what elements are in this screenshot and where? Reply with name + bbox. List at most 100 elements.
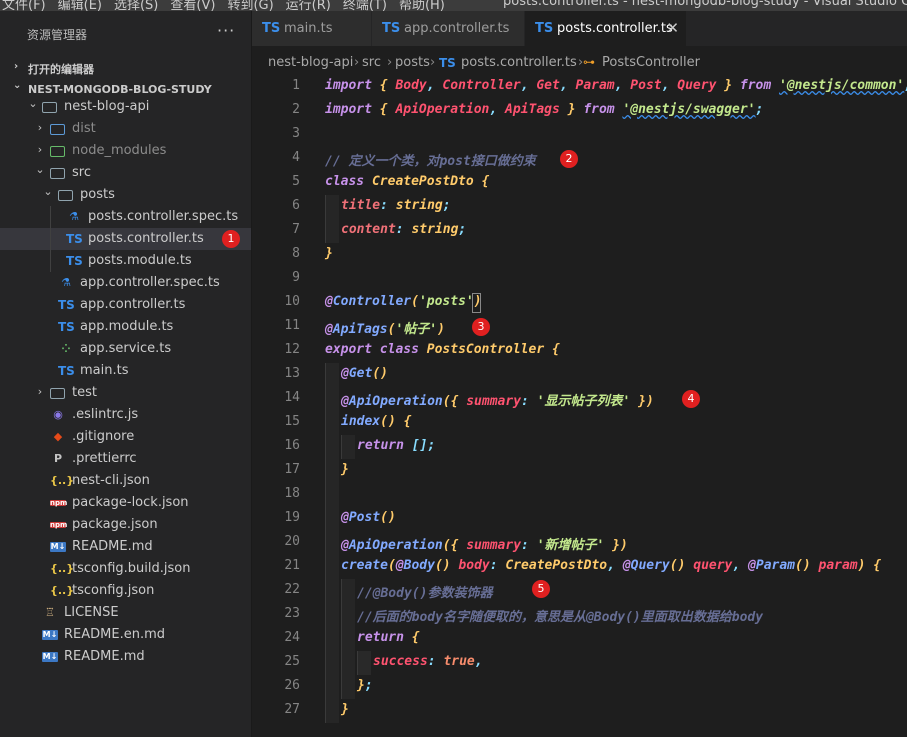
tree-item-app-module[interactable]: TS app.module.ts [0, 316, 251, 338]
code-line: 6 title: string; [252, 195, 907, 219]
line-number: 12 [284, 342, 300, 357]
explorer-sidebar: 资源管理器 ··· › 打开的编辑器 ⌄ NEST-MONGODB-BLOG-S… [0, 11, 252, 737]
code-line: 10 @Controller('posts') [252, 291, 907, 315]
breadcrumb-item[interactable]: posts [395, 55, 430, 70]
tab-app-controller[interactable]: TS app.controller.ts [372, 11, 525, 46]
chevron-right-icon: › [37, 385, 43, 398]
tab-main-ts[interactable]: TS main.ts [252, 11, 372, 46]
tree-item-eslintrc[interactable]: ◉ .eslintrc.js [0, 404, 251, 426]
indent-guide [50, 228, 51, 250]
line-number: 8 [292, 246, 300, 261]
tree-item-nest-blog-api[interactable]: ⌄ nest-blog-api [0, 96, 251, 118]
tree-item-tsconfig[interactable]: {..} tsconfig.json [0, 580, 251, 602]
code-line: 19 @Post() [252, 507, 907, 531]
tree-item-main[interactable]: TS main.ts [0, 360, 251, 382]
typescript-icon: TS [535, 21, 554, 36]
breadcrumb-item[interactable]: posts.controller.ts [461, 55, 577, 70]
tree-item-prettierrc[interactable]: P .prettierrc [0, 448, 251, 470]
line-number: 27 [284, 702, 300, 717]
indent-guide [341, 675, 355, 699]
tree-item-tsconfig-build[interactable]: {..} tsconfig.build.json [0, 558, 251, 580]
indent-guide [357, 651, 371, 675]
code-text: import { Body, Controller, Get, Param, P… [325, 78, 907, 93]
tree-item-posts[interactable]: ⌄ posts [0, 184, 251, 206]
code-editor[interactable]: 1 import { Body, Controller, Get, Param,… [252, 75, 907, 737]
menu-edit[interactable]: 编辑(E) [58, 0, 102, 11]
code-line: 3 [252, 123, 907, 147]
indent-guide [325, 627, 339, 651]
menu-file[interactable]: 文件(F) [2, 0, 46, 11]
breadcrumb-item[interactable]: src [362, 55, 381, 70]
code-line: 14 @ApiOperation({ summary: '显示帖子列表' }) … [252, 387, 907, 411]
tree-item-label: LICENSE [64, 605, 119, 620]
typescript-icon: TS [382, 21, 401, 36]
code-line: 9 [252, 267, 907, 291]
folder-icon [50, 146, 65, 157]
line-number: 4 [292, 150, 300, 165]
tree-item-readme[interactable]: M↓ README.md [0, 646, 251, 668]
code-text: title: string; [341, 198, 451, 213]
annotation-badge-2: 2 [560, 150, 578, 168]
code-text: } [325, 246, 333, 261]
code-text: create(@Body() body: CreatePostDto, @Que… [341, 558, 882, 573]
tree-item-dist[interactable]: › dist [0, 118, 251, 140]
tree-item-readme-inner[interactable]: M↓ README.md [0, 536, 251, 558]
tree-item-app-controller-spec[interactable]: ⚗ app.controller.spec.ts [0, 272, 251, 294]
code-text: return { [357, 630, 420, 645]
breadcrumb-item[interactable]: nest-blog-api [268, 55, 353, 70]
chevron-down-icon: ⌄ [13, 80, 22, 91]
menu-help[interactable]: 帮助(H) [399, 0, 445, 11]
tree-item-posts-module[interactable]: TS posts.module.ts [0, 250, 251, 272]
tree-item-src[interactable]: ⌄ src [0, 162, 251, 184]
tree-item-readme-en[interactable]: M↓ README.en.md [0, 624, 251, 646]
indent-guide [325, 435, 339, 459]
tree-item-label: src [72, 165, 91, 180]
tree-item-test[interactable]: › test [0, 382, 251, 404]
indent-guide [325, 387, 339, 411]
tree-item-package[interactable]: npm package.json [0, 514, 251, 536]
menu-view[interactable]: 查看(V) [170, 0, 215, 11]
indent-guide [341, 603, 355, 627]
prettier-icon: P [53, 452, 63, 465]
menu-go[interactable]: 转到(G) [227, 0, 273, 11]
tree-item-label: .gitignore [72, 429, 135, 444]
markdown-icon: M↓ [42, 652, 58, 662]
window-title: posts.controller.ts - nest-mongodb-blog-… [503, 0, 907, 9]
tree-item-app-controller[interactable]: TS app.controller.ts [0, 294, 251, 316]
tree-item-gitignore[interactable]: ◆ .gitignore [0, 426, 251, 448]
explorer-header: 资源管理器 ··· [0, 11, 251, 57]
tree-item-license[interactable]: ♖ LICENSE [0, 602, 251, 624]
tree-item-label: dist [72, 121, 96, 136]
close-icon[interactable]: ✕ [666, 19, 679, 37]
line-number: 20 [284, 534, 300, 549]
indent-guide [325, 579, 339, 603]
more-actions-icon[interactable]: ··· [217, 21, 235, 40]
code-text: content: string; [341, 222, 467, 237]
tab-posts-controller[interactable]: TS posts.controller.ts ✕ [525, 11, 687, 46]
breadcrumb-item[interactable]: PostsController [602, 55, 700, 70]
code-text: } [341, 462, 349, 477]
line-number: 10 [284, 294, 300, 309]
tree-item-package-lock[interactable]: npm package-lock.json [0, 492, 251, 514]
open-editors-section[interactable]: › 打开的编辑器 [0, 57, 251, 79]
tree-item-app-service[interactable]: ⁘ app.service.ts [0, 338, 251, 360]
tree-item-posts-controller[interactable]: TS posts.controller.ts 1 [0, 228, 251, 250]
code-line: 26 }; [252, 675, 907, 699]
tab-label: posts.controller.ts [557, 21, 673, 36]
typescript-icon: TS [58, 298, 75, 312]
tree-item-node-modules[interactable]: › node_modules [0, 140, 251, 162]
menu-selection[interactable]: 选择(S) [114, 0, 158, 11]
tree-item-posts-controller-spec[interactable]: ⚗ posts.controller.spec.ts [0, 206, 251, 228]
indent-guide [325, 483, 339, 507]
typescript-icon: TS [66, 254, 83, 268]
menu-terminal[interactable]: 终端(T) [343, 0, 387, 11]
tree-item-nest-cli[interactable]: {..} nest-cli.json [0, 470, 251, 492]
line-number: 5 [292, 174, 300, 189]
tree-item-label: app.module.ts [80, 319, 174, 334]
tree-item-label: package-lock.json [72, 495, 189, 510]
code-line: 27 } [252, 699, 907, 723]
tab-bar: TS main.ts TS app.controller.ts TS posts… [252, 11, 907, 46]
menu-run[interactable]: 运行(R) [286, 0, 331, 11]
code-line: 5 class CreatePostDto { [252, 171, 907, 195]
tab-label: main.ts [284, 21, 333, 36]
